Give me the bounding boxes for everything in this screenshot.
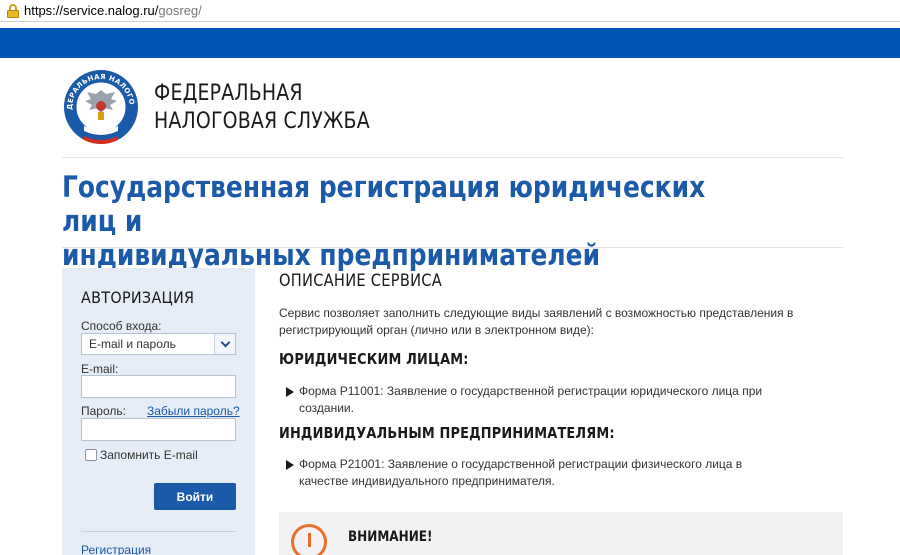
- email-input[interactable]: [81, 375, 236, 398]
- brand-line-2: НАЛОГОВАЯ СЛУЖБА: [154, 109, 370, 134]
- form-p11001-link[interactable]: Форма Р11001: Заявление о государственно…: [286, 383, 791, 417]
- service-description-heading: ОПИСАНИЕ СЕРВИСА: [279, 271, 443, 291]
- service-description-text: Сервис позволяет заполнить следующие вид…: [279, 306, 794, 337]
- login-method-value: E-mail и пароль: [89, 337, 176, 351]
- page-title: Государственная регистрация юридических …: [62, 170, 767, 272]
- brand-line-1: ФЕДЕРАЛЬНАЯ: [154, 81, 303, 106]
- login-method-select[interactable]: E-mail и пароль: [81, 333, 236, 355]
- url-text[interactable]: https://service.nalog.ru/gosreg/: [24, 3, 202, 18]
- arrow-bullet-icon: [286, 387, 294, 397]
- fns-emblem-icon: ФЕДЕРАЛЬНАЯ НАЛОГОВАЯ: [58, 62, 138, 144]
- list-item[interactable]: Форма Р11001: Заявление о государственно…: [286, 383, 791, 417]
- warning-icon: [291, 524, 327, 555]
- address-bar[interactable]: https://service.nalog.ru/gosreg/: [0, 0, 900, 22]
- email-label: E-mail:: [81, 362, 119, 376]
- page-title-line-1: Государственная регистрация юридических …: [62, 170, 706, 238]
- forgot-password-link[interactable]: Забыли пароль?: [147, 404, 240, 418]
- login-method-label: Способ входа:: [81, 319, 162, 333]
- url-host: https://service.nalog.ru/: [24, 3, 159, 18]
- legal-entities-heading: ЮРИДИЧЕСКИМ ЛИЦАМ:: [279, 350, 469, 368]
- lock-icon: [6, 3, 20, 18]
- title-divider: [62, 247, 843, 248]
- registration-link[interactable]: Регистрация: [81, 543, 151, 555]
- remember-email-checkbox[interactable]: [85, 449, 97, 461]
- remember-email-label[interactable]: Запомнить E-mail: [100, 448, 198, 462]
- url-path: gosreg/: [158, 3, 202, 18]
- page-title-line-2: индивидуальных предпринимателей: [62, 238, 601, 272]
- auth-separator: [81, 531, 236, 532]
- auth-title: АВТОРИЗАЦИЯ: [81, 288, 195, 307]
- brand-name[interactable]: ФЕДЕРАЛЬНАЯ НАЛОГОВАЯ СЛУЖБА: [154, 80, 370, 136]
- notice-box: ВНИМАНИЕ!: [279, 512, 843, 555]
- login-button[interactable]: Войти: [154, 483, 236, 510]
- header-divider: [62, 157, 843, 158]
- notice-title: ВНИМАНИЕ!: [348, 529, 433, 545]
- password-input[interactable]: [81, 418, 236, 441]
- password-label: Пароль:: [81, 404, 126, 418]
- top-blue-band: [0, 28, 900, 58]
- arrow-bullet-icon: [286, 460, 294, 470]
- form-p21001-link[interactable]: Форма Р21001: Заявление о государственно…: [286, 456, 791, 490]
- list-item[interactable]: Форма Р21001: Заявление о государственно…: [286, 456, 791, 490]
- fns-emblem-logo[interactable]: ФЕДЕРАЛЬНАЯ НАЛОГОВАЯ: [58, 62, 140, 146]
- entrepreneurs-heading: ИНДИВИДУАЛЬНЫМ ПРЕДПРИНИМАТЕЛЯМ:: [279, 424, 615, 442]
- chevron-down-icon[interactable]: [214, 334, 235, 354]
